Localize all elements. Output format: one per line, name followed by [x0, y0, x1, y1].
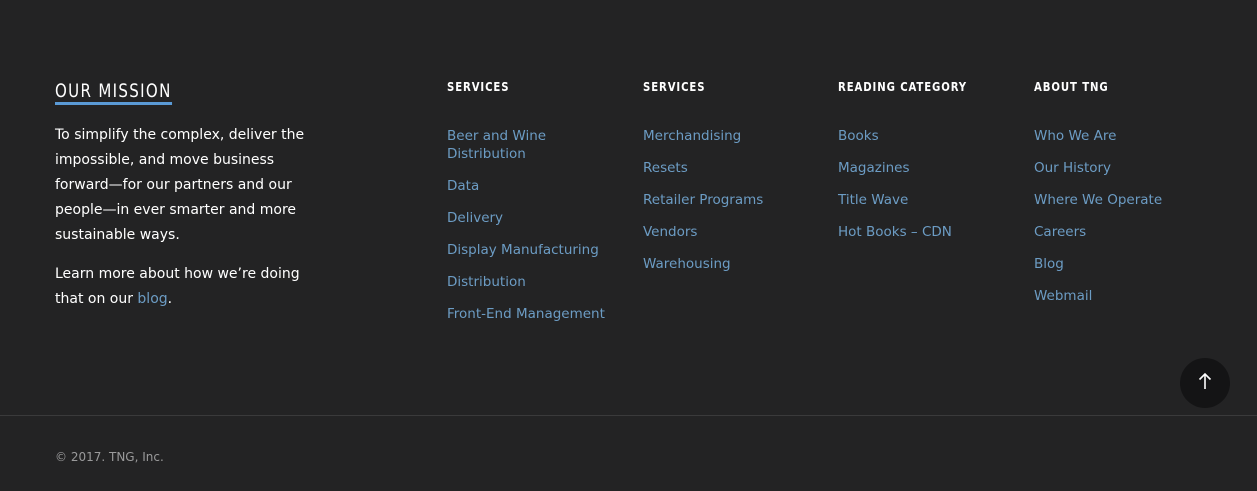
column-title: SERVICES: [447, 79, 510, 94]
column-title: READING CATEGORY: [838, 79, 968, 94]
mission-text: To simplify the complex, deliver the imp…: [55, 127, 305, 243]
mission-more-suffix: .: [167, 291, 173, 307]
footer-link-data[interactable]: Data: [447, 177, 617, 195]
link-list: Merchandising Resets Retailer Programs V…: [643, 127, 813, 273]
link-list: Beer and Wine Distribution Data Delivery…: [447, 127, 617, 323]
scroll-to-top-button[interactable]: [1180, 358, 1230, 408]
link-list: Who We Are Our History Where We Operate …: [1034, 127, 1204, 305]
mission-title: OUR MISSION: [55, 80, 172, 105]
footer-link-display-manufacturing[interactable]: Display Manufacturing: [447, 241, 617, 259]
footer-link-hot-books-cdn[interactable]: Hot Books – CDN: [838, 223, 1008, 241]
footer-column-reading-category: READING CATEGORY Books Magazines Title W…: [838, 80, 1008, 255]
footer-link-our-history[interactable]: Our History: [1034, 159, 1204, 177]
footer-link-front-end-management[interactable]: Front-End Management: [447, 305, 617, 323]
footer-column-about-tng: ABOUT TNG Who We Are Our History Where W…: [1034, 80, 1204, 319]
blog-link[interactable]: blog: [137, 291, 167, 307]
footer-link-magazines[interactable]: Magazines: [838, 159, 1008, 177]
footer-link-webmail[interactable]: Webmail: [1034, 287, 1204, 305]
footer-link-where-we-operate[interactable]: Where We Operate: [1034, 191, 1204, 209]
mission-section: OUR MISSION To simplify the complex, del…: [55, 80, 325, 312]
footer-link-careers[interactable]: Careers: [1034, 223, 1204, 241]
footer-link-warehousing[interactable]: Warehousing: [643, 255, 813, 273]
footer-link-vendors[interactable]: Vendors: [643, 223, 813, 241]
footer-link-distribution[interactable]: Distribution: [447, 273, 617, 291]
mission-more-text: Learn more about how we’re doing that on…: [55, 262, 325, 312]
arrow-up-icon: [1197, 372, 1213, 394]
footer-link-merchandising[interactable]: Merchandising: [643, 127, 813, 145]
footer-column-services-2: SERVICES Merchandising Resets Retailer P…: [643, 80, 813, 287]
column-title: ABOUT TNG: [1034, 79, 1109, 94]
footer-column-services: SERVICES Beer and Wine Distribution Data…: [447, 80, 617, 337]
footer-link-blog[interactable]: Blog: [1034, 255, 1204, 273]
footer-link-resets[interactable]: Resets: [643, 159, 813, 177]
footer-link-delivery[interactable]: Delivery: [447, 209, 617, 227]
footer-main: OUR MISSION To simplify the complex, del…: [0, 0, 1257, 415]
mission-more-prefix: Learn more about how we’re doing that on…: [55, 266, 300, 307]
footer-link-who-we-are[interactable]: Who We Are: [1034, 127, 1204, 145]
footer-link-title-wave[interactable]: Title Wave: [838, 191, 1008, 209]
footer-bottom: © 2017. TNG, Inc.: [0, 416, 1257, 491]
footer-link-books[interactable]: Books: [838, 127, 1008, 145]
footer-link-retailer-programs[interactable]: Retailer Programs: [643, 191, 813, 209]
copyright-text: © 2017. TNG, Inc.: [55, 450, 164, 464]
column-title: SERVICES: [643, 79, 706, 94]
link-list: Books Magazines Title Wave Hot Books – C…: [838, 127, 1008, 241]
footer-link-beer-and-wine-distribution[interactable]: Beer and Wine Distribution: [447, 127, 617, 163]
